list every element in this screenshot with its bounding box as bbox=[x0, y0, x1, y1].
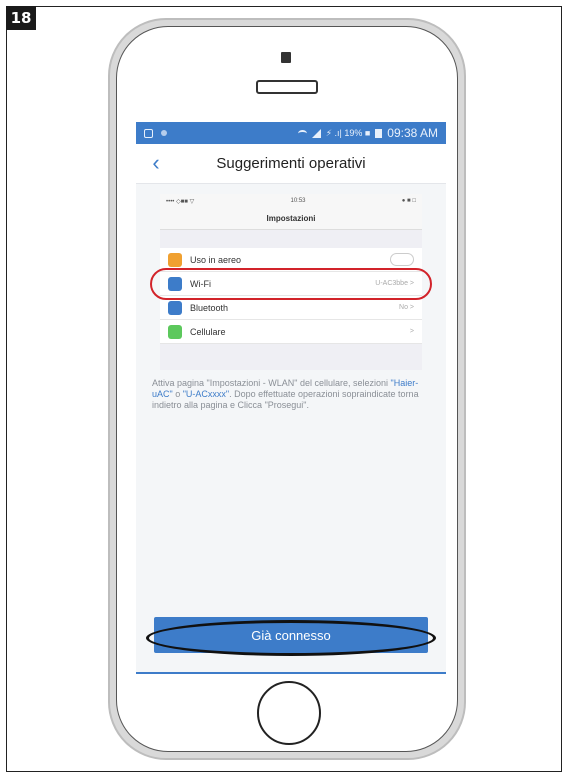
wifi-highlight-oval bbox=[150, 268, 432, 300]
ios-settings-screenshot: •••• ◇■■ ▽ 10:53 ● ■ □ Impostazioni Uso … bbox=[150, 194, 432, 370]
home-button[interactable] bbox=[257, 681, 321, 745]
ios-status-left: •••• ◇■■ ▽ bbox=[166, 198, 195, 205]
ios-status-time: 10:53 bbox=[290, 198, 306, 204]
ios-status-bar: •••• ◇■■ ▽ 10:53 ● ■ □ bbox=[160, 194, 422, 208]
ios-row-value: > bbox=[409, 328, 414, 335]
battery-icon bbox=[375, 128, 383, 138]
step-number-badge: 18 bbox=[6, 6, 36, 30]
earpiece-speaker bbox=[256, 80, 318, 94]
airplane-toggle bbox=[390, 253, 414, 266]
status-time: 09:38 AM bbox=[387, 126, 438, 140]
page-title: Suggerimenti operativi bbox=[216, 155, 366, 172]
ios-row-label: Bluetooth bbox=[190, 302, 229, 313]
instruction-part: o bbox=[172, 389, 183, 399]
airplane-icon bbox=[168, 252, 182, 267]
navigation-bar: ‹ Suggerimenti operativi bbox=[136, 144, 446, 184]
ios-status-right: ● ■ □ bbox=[401, 198, 416, 204]
signal-icon bbox=[311, 128, 321, 138]
gallery-icon bbox=[144, 128, 153, 138]
instruction-text: Attiva pagina "Impostazioni - WLAN" del … bbox=[152, 378, 434, 411]
status-bar: ⚡ .ı| 19% ■ 09:38 AM bbox=[136, 122, 446, 144]
ios-row-value: No > bbox=[399, 304, 414, 311]
screen-bottom-divider bbox=[136, 672, 446, 674]
chevron-left-icon[interactable]: ‹ bbox=[146, 152, 166, 174]
ios-row-label: Uso in aereo bbox=[190, 254, 242, 265]
ssid-highlight: "U-ACxxxx" bbox=[182, 389, 230, 399]
ios-settings-title: Impostazioni bbox=[160, 208, 422, 230]
ios-row-cellular: Cellulare > bbox=[160, 320, 422, 344]
wifi-icon bbox=[297, 129, 307, 137]
ios-row-label: Cellulare bbox=[190, 326, 226, 337]
instruction-part: Attiva pagina "Impostazioni - WLAN" del … bbox=[152, 378, 391, 388]
bluetooth-icon bbox=[168, 300, 182, 315]
notification-icon bbox=[161, 130, 167, 136]
cellular-icon bbox=[168, 324, 182, 339]
front-camera bbox=[281, 52, 291, 63]
app-screen: ⚡ .ı| 19% ■ 09:38 AM ‹ Suggerimenti oper… bbox=[136, 122, 446, 673]
button-highlight-oval bbox=[146, 620, 436, 656]
status-indicators: ⚡ .ı| 19% ■ bbox=[325, 127, 371, 138]
